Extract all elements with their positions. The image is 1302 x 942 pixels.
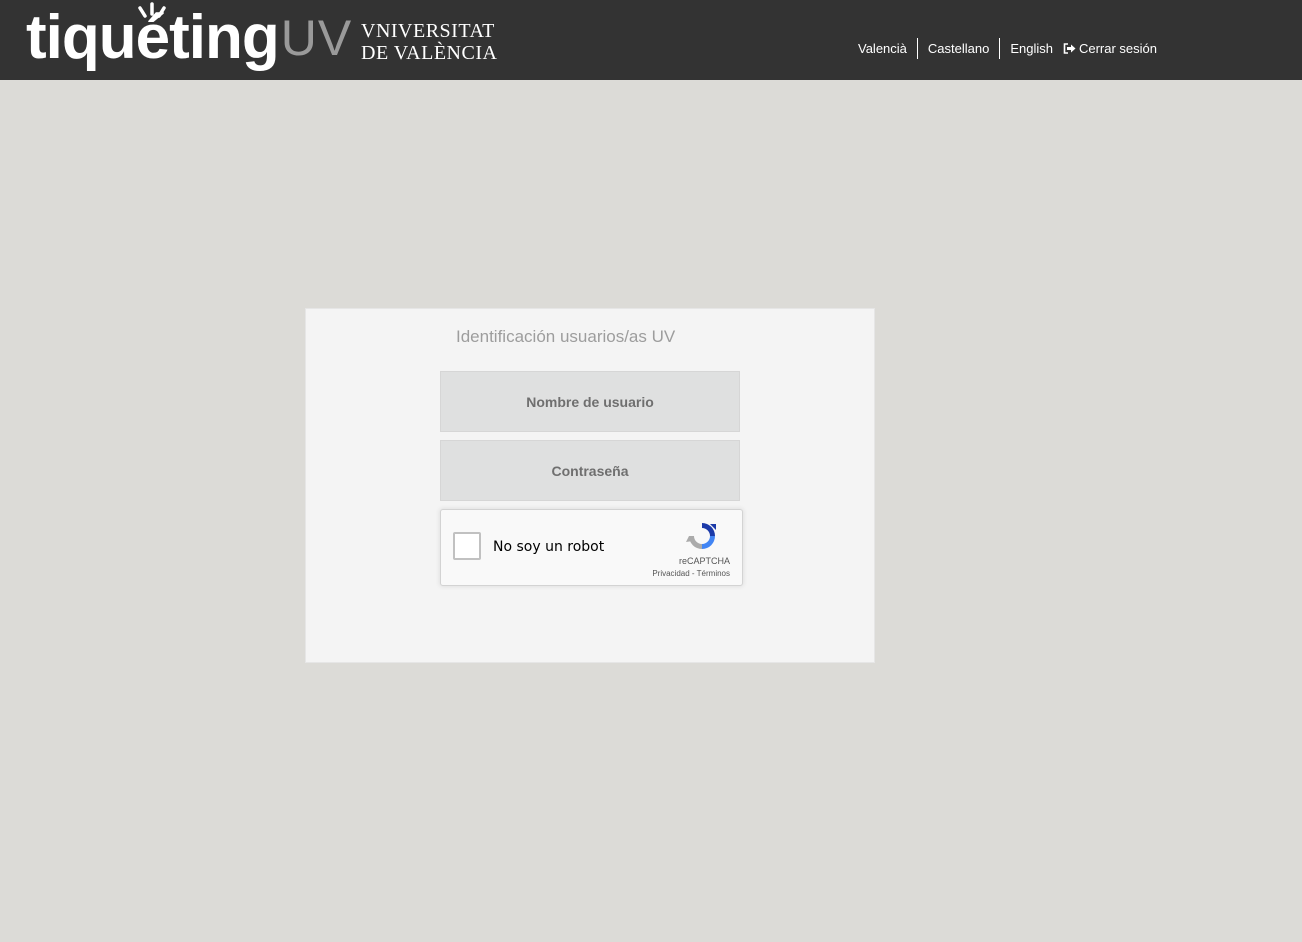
university-logo[interactable]: VNIVERSITAT DE VALÈNCIA [361, 20, 497, 64]
logout-link[interactable]: Cerrar sesión [1063, 41, 1157, 56]
lang-english-link[interactable]: English [1000, 38, 1063, 59]
language-menu: Valencià Castellano English Cerrar sesió… [848, 38, 1157, 59]
logo-suffix: UV [280, 10, 353, 66]
recaptcha-label: No soy un robot [493, 539, 605, 555]
lang-valencia-link[interactable]: Valencià [848, 38, 918, 59]
recaptcha-brand: reCAPTCHA [678, 556, 730, 566]
spark-icon [138, 2, 166, 18]
login-title: Identificación usuarios/as UV [456, 327, 676, 346]
recaptcha-links: Privacidad - Términos [652, 569, 730, 578]
recaptcha-icon [686, 523, 716, 549]
recaptcha-separator: - [689, 569, 697, 578]
sign-out-icon [1063, 43, 1076, 54]
logout-label: Cerrar sesión [1078, 41, 1158, 56]
recaptcha-widget: No soy un robot reCAPTCHA Privacidad - T… [440, 509, 743, 586]
recaptcha-privacy-link[interactable]: Privacidad [652, 569, 689, 578]
tiqueting-uv-logo[interactable]: tiquéting UV [26, 2, 353, 70]
username-input[interactable] [440, 371, 740, 432]
recaptcha-checkbox[interactable] [453, 532, 481, 560]
lang-castellano-link[interactable]: Castellano [918, 38, 1001, 59]
top-header: tiquéting UV VNIVERSITAT DE VALÈNCIA Val… [0, 0, 1302, 80]
university-line2: DE VALÈNCIA [361, 42, 498, 64]
password-input[interactable] [440, 440, 740, 501]
login-card: Identificación usuarios/as UV No soy un … [305, 308, 875, 663]
recaptcha-terms-link[interactable]: Términos [697, 569, 730, 578]
university-line1: VNIVERSITAT [361, 20, 495, 42]
